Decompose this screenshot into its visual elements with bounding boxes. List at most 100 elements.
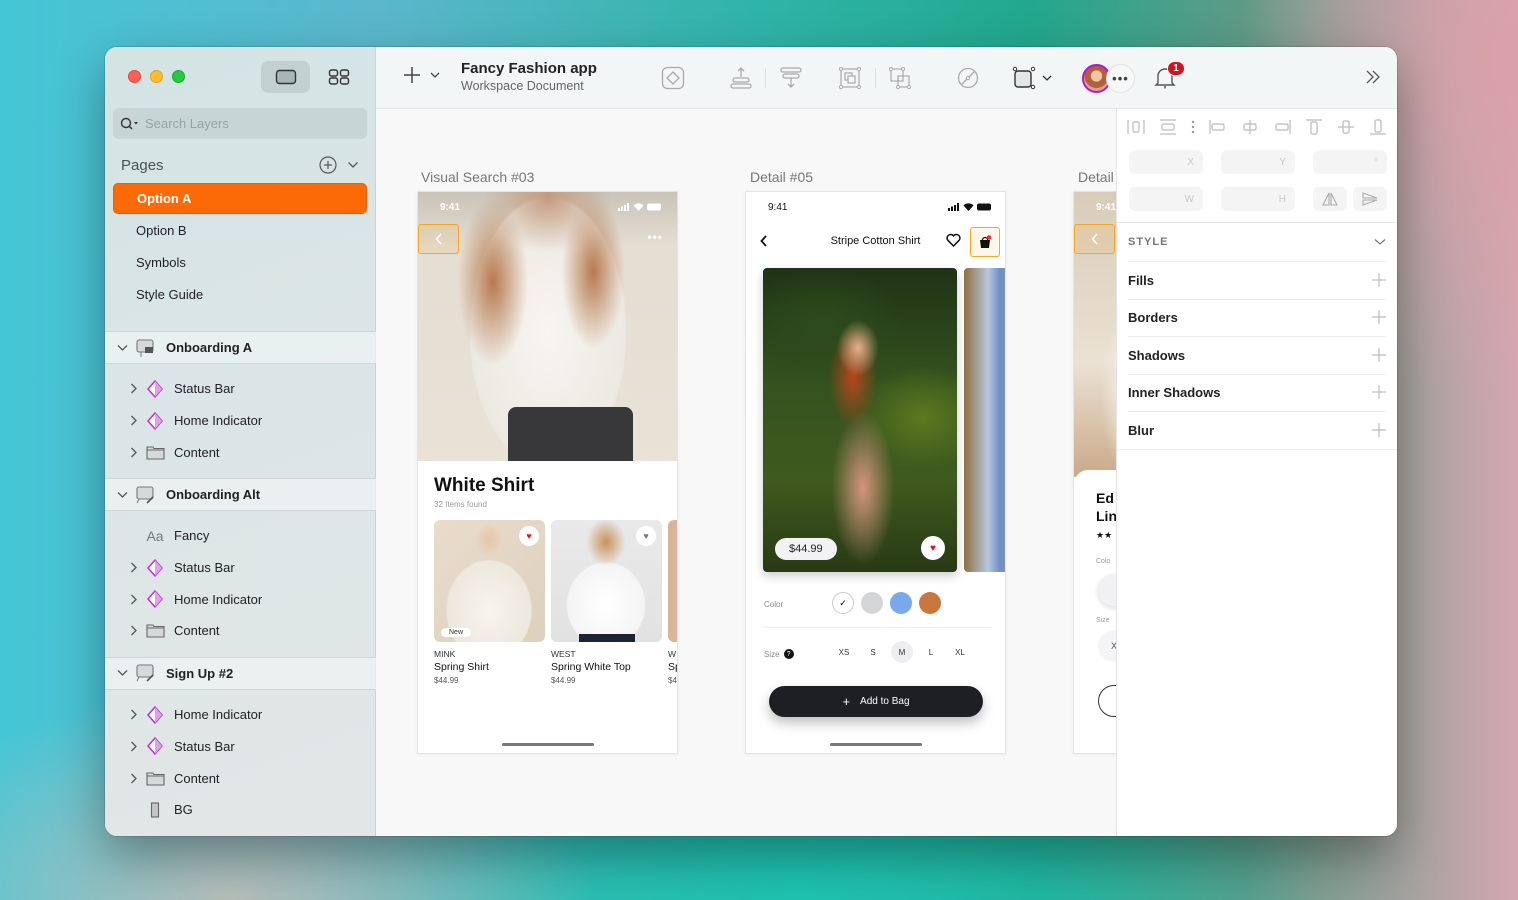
ungroup-button[interactable] — [888, 66, 912, 90]
align-top-icon[interactable] — [1305, 119, 1323, 135]
favorite-heart-icon[interactable]: ♥ — [921, 536, 945, 560]
help-icon[interactable]: ? — [783, 649, 794, 659]
style-row-inner-shadows[interactable]: Inner Shadows — [1128, 374, 1386, 412]
insert-button[interactable] — [403, 66, 440, 84]
align-center-horizontal-icon[interactable] — [1241, 119, 1259, 135]
artboard-detail-05[interactable]: 9:41 Stripe Cotton Shirt $44.99 ♥ Color … — [746, 192, 1005, 753]
flip-vertical-button[interactable] — [1353, 187, 1387, 211]
chevron-right-icon[interactable] — [130, 383, 138, 394]
collapse-pages-button[interactable] — [347, 161, 359, 169]
color-swatch-gray[interactable] — [861, 592, 883, 614]
artboard-label-visual-search[interactable]: Visual Search #03 — [421, 169, 534, 185]
chevron-right-icon[interactable] — [130, 625, 138, 636]
backward-button[interactable] — [779, 66, 803, 90]
favorite-heart-icon[interactable]: ♥ — [636, 526, 656, 546]
artboard-label-detail-05[interactable]: Detail #05 — [750, 169, 813, 185]
product-image[interactable]: ♥ New — [434, 520, 545, 642]
color-swatch-white[interactable]: ✓ — [832, 592, 854, 614]
chevron-right-icon[interactable] — [130, 415, 138, 426]
layer-group-onboarding-alt[interactable]: Onboarding Alt — [105, 478, 376, 512]
close-window-button[interactable] — [128, 70, 141, 83]
align-middle-icon[interactable] — [1337, 119, 1355, 135]
product-photo[interactable]: $44.99 ♥ — [763, 268, 957, 572]
page-item-symbols[interactable]: Symbols — [113, 247, 367, 278]
product-image[interactable]: ♥ — [551, 520, 662, 642]
grid-view-button[interactable] — [314, 61, 363, 93]
product-image[interactable] — [668, 520, 677, 642]
align-left-icon[interactable] — [1209, 119, 1227, 135]
chevron-right-icon[interactable] — [130, 773, 138, 784]
page-item-option-b[interactable]: Option B — [113, 215, 367, 246]
layer-item[interactable]: Aa Fancy — [105, 520, 376, 552]
page-item-option-a[interactable]: Option A — [113, 183, 367, 214]
favorite-heart-icon[interactable]: ♥ — [519, 526, 539, 546]
size-option-selected[interactable]: M — [891, 641, 913, 663]
size-option[interactable]: XL — [949, 641, 971, 663]
layer-item[interactable]: Status Bar — [105, 731, 376, 763]
resize-artboard-button[interactable] — [1012, 66, 1052, 90]
layer-item[interactable]: BG — [105, 794, 376, 826]
expand-inspector-button[interactable] — [1365, 69, 1381, 90]
size-option[interactable]: XS — [833, 641, 855, 663]
width-field[interactable]: W — [1129, 187, 1203, 211]
style-row-blur[interactable]: Blur — [1117, 412, 1397, 450]
canvas-view-button[interactable] — [261, 61, 310, 93]
plus-icon[interactable] — [1372, 423, 1386, 438]
next-product-photo[interactable] — [964, 268, 1005, 572]
artboard-detail[interactable]: 9:41 Ed Lin ★★ Colo Size X — [1074, 192, 1116, 753]
layer-item[interactable]: Home Indicator — [105, 699, 376, 731]
layer-item[interactable]: Content — [105, 615, 376, 647]
group-button[interactable] — [838, 66, 862, 90]
wishlist-button[interactable] — [946, 233, 961, 252]
chevron-right-icon[interactable] — [130, 562, 138, 573]
layer-item[interactable]: Content — [105, 436, 376, 468]
search-layers-field[interactable] — [113, 108, 367, 139]
size-option[interactable]: S — [862, 641, 884, 663]
y-position-field[interactable]: Y — [1221, 150, 1295, 174]
align-bottom-icon[interactable] — [1369, 119, 1387, 135]
page-item-style-guide[interactable]: Style Guide — [113, 279, 367, 310]
artboard-visual-search[interactable]: 9:41 ••• White Shirt 32 Items found ♥ Ne… — [418, 192, 677, 753]
canvas[interactable]: Visual Search #03 9:41 ••• White Shirt 3… — [376, 109, 1116, 836]
style-row-fills[interactable]: Fills — [1128, 262, 1386, 300]
size-option[interactable]: L — [920, 641, 942, 663]
plus-icon[interactable] — [1372, 273, 1386, 288]
cart-button[interactable] — [970, 227, 1000, 257]
height-field[interactable]: H — [1221, 187, 1295, 211]
plus-icon[interactable] — [1372, 385, 1386, 400]
style-section-header[interactable]: STYLE — [1128, 224, 1386, 262]
more-icon[interactable]: ••• — [647, 230, 663, 244]
layer-item[interactable]: Status Bar — [105, 373, 376, 405]
more-collaborators-button[interactable]: ••• — [1106, 64, 1135, 93]
chevron-right-icon[interactable] — [130, 594, 138, 605]
layer-item[interactable]: Home Indicator — [105, 405, 376, 437]
layer-item[interactable]: Content — [105, 762, 376, 794]
add-to-bag-button[interactable]: + Add to Bag — [769, 686, 983, 717]
search-layers-input[interactable] — [145, 116, 345, 131]
back-button[interactable] — [1074, 224, 1115, 254]
add-page-button[interactable] — [319, 156, 337, 174]
plus-icon[interactable] — [1372, 310, 1386, 325]
minimize-window-button[interactable] — [150, 70, 163, 83]
chevron-right-icon[interactable] — [130, 709, 138, 720]
plus-icon[interactable] — [1372, 348, 1386, 363]
chevron-right-icon[interactable] — [130, 741, 138, 752]
distribute-vertical-icon[interactable] — [1159, 119, 1177, 135]
chevron-right-icon[interactable] — [130, 447, 138, 458]
zoom-window-button[interactable] — [172, 70, 185, 83]
x-position-field[interactable]: X — [1129, 150, 1203, 174]
layer-group-sign-up-2[interactable]: Sign Up #2 — [105, 656, 376, 690]
color-swatch-blue[interactable] — [890, 592, 912, 614]
style-row-shadows[interactable]: Shadows — [1128, 337, 1386, 375]
create-symbol-button[interactable] — [661, 66, 685, 90]
distribute-horizontal-icon[interactable] — [1127, 119, 1145, 135]
edit-path-button[interactable] — [956, 66, 980, 90]
artboard-label-detail[interactable]: Detail — [1078, 169, 1114, 185]
align-right-icon[interactable] — [1273, 119, 1291, 135]
back-button[interactable] — [418, 224, 459, 254]
style-row-borders[interactable]: Borders — [1128, 299, 1386, 337]
color-swatch-brown[interactable] — [919, 592, 941, 614]
more-vertical-icon[interactable] — [1191, 119, 1195, 135]
forward-button[interactable] — [729, 66, 753, 90]
layer-item[interactable]: Home Indicator — [105, 583, 376, 615]
